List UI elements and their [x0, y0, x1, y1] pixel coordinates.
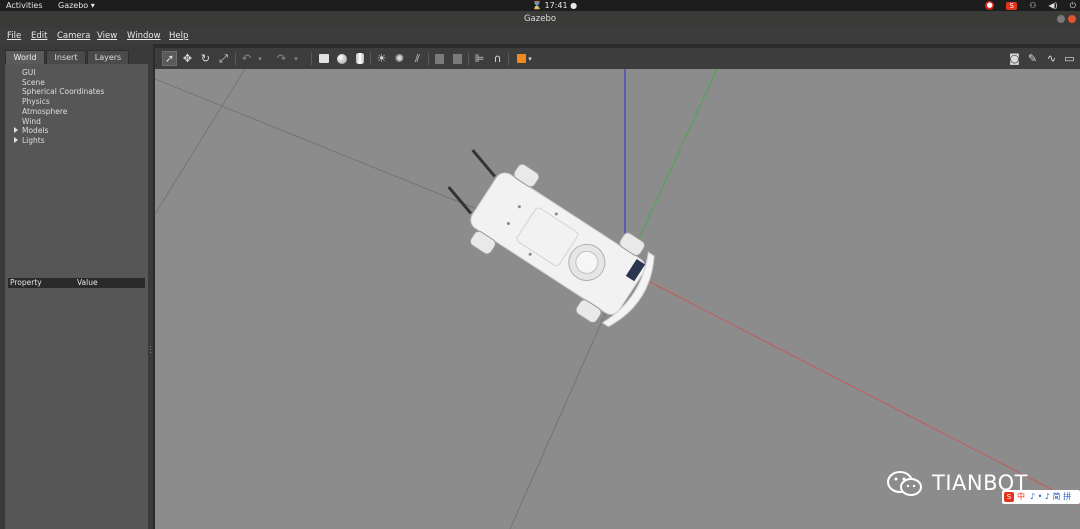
- expand-arrow-icon[interactable]: [14, 127, 18, 134]
- tree-item-label: Spherical Coordinates: [22, 87, 105, 97]
- ime-language-toggle[interactable]: 中: [1017, 490, 1025, 504]
- sphere-icon[interactable]: [334, 51, 349, 66]
- screenshot-icon[interactable]: ◙: [1007, 51, 1022, 66]
- window-title-bar: Gazebo: [0, 11, 1080, 28]
- scale-icon[interactable]: ⤢: [216, 51, 231, 66]
- scene-toolbar: ➚ ✥ ↻ ⤢ ↶ ▾ ↷ ▾ ☀ ✺ ⫽ ⊫ ∩ ▾ ◙ ✎ ∿ ▭: [155, 48, 1080, 69]
- cylinder-icon[interactable]: [352, 51, 367, 66]
- volume-icon[interactable]: ◀): [1048, 0, 1057, 11]
- menu-view[interactable]: View: [97, 28, 117, 44]
- directional-light-icon[interactable]: ⫽: [410, 51, 425, 66]
- system-tray: ● S ⚇ ◀) ⏻: [985, 0, 1076, 11]
- menu-edit-label: Edit: [31, 31, 48, 41]
- menu-bar: File Edit Camera View Window Help: [0, 28, 1080, 44]
- align-icon[interactable]: ⊫: [472, 51, 487, 66]
- tree-item-gui[interactable]: GUI: [22, 68, 36, 77]
- input-method-badge-icon[interactable]: ●: [985, 1, 995, 10]
- power-icon[interactable]: ⏻: [1070, 0, 1076, 11]
- window-controls: [1057, 15, 1076, 23]
- ime-status-bar[interactable]: S 中 ♪ • ♪ 简 拼: [1002, 490, 1080, 504]
- toolbar-separator: [311, 52, 312, 65]
- expand-arrow-icon[interactable]: [14, 136, 18, 143]
- tree-item-lights[interactable]: Lights: [14, 135, 45, 145]
- menu-help[interactable]: Help: [169, 28, 188, 44]
- panel-splitter-handle[interactable]: [150, 344, 152, 360]
- tree-item-models[interactable]: Models: [14, 126, 49, 136]
- tree-item-spherical-coordinates[interactable]: Spherical Coordinates: [22, 87, 104, 96]
- menu-view-label: View: [97, 31, 118, 41]
- window-title: Gazebo: [523, 14, 557, 24]
- robot-car-model: [447, 149, 655, 328]
- tree-item-label: Scene: [22, 77, 45, 87]
- plot-icon[interactable]: ∿: [1044, 51, 1059, 66]
- 3d-viewport[interactable]: [155, 69, 1080, 529]
- grid-line: [155, 69, 246, 215]
- menu-camera-label: Camera: [57, 31, 91, 41]
- rotate-icon[interactable]: ↻: [198, 51, 213, 66]
- redo-icon[interactable]: ↷: [274, 51, 289, 66]
- tree-item-wind[interactable]: Wind: [22, 117, 41, 126]
- network-icon[interactable]: ⚇: [1029, 0, 1036, 11]
- world-tree-pane: GUI Scene Spherical Coordinates Physics …: [5, 64, 148, 529]
- scene-render: [155, 69, 1080, 529]
- paste-icon[interactable]: [450, 51, 465, 66]
- tree-item-label: Wind: [22, 116, 41, 126]
- tree-item-atmosphere[interactable]: Atmosphere: [22, 107, 67, 116]
- value-column-header: Value: [77, 278, 98, 287]
- tree-item-physics[interactable]: Physics: [22, 97, 50, 106]
- toolbar-separator: [428, 52, 429, 65]
- tree-item-scene[interactable]: Scene: [22, 78, 45, 87]
- system-top-bar: Activities Gazebo ▾ ⌛ 17:41 ● ● S ⚇ ◀) ⏻: [0, 0, 1080, 11]
- sogou-s-icon[interactable]: S: [1006, 1, 1018, 10]
- menu-window[interactable]: Window: [127, 28, 161, 44]
- sogou-s-icon[interactable]: S: [1004, 492, 1014, 502]
- toolbar-separator: [468, 52, 469, 65]
- undo-dropdown-icon[interactable]: ▾: [256, 51, 264, 66]
- tab-insert[interactable]: Insert: [46, 50, 86, 64]
- select-arrow-icon[interactable]: ➚: [162, 51, 177, 66]
- tree-item-label: Lights: [22, 135, 45, 145]
- toolbar-separator: [508, 52, 509, 65]
- tree-item-label: Physics: [22, 97, 50, 107]
- video-icon[interactable]: ▭: [1062, 51, 1077, 66]
- menu-help-label: Help: [169, 31, 189, 41]
- tree-item-label: GUI: [22, 68, 36, 77]
- property-column-header: Property: [10, 278, 42, 287]
- copy-icon[interactable]: [432, 51, 447, 66]
- tree-item-label: Atmosphere: [22, 106, 68, 116]
- log-icon[interactable]: ✎: [1025, 51, 1040, 66]
- left-panel: World Insert Layers GUI Scene Spherical …: [0, 44, 153, 529]
- menu-window-label: Window: [127, 31, 161, 41]
- translate-icon[interactable]: ✥: [180, 51, 195, 66]
- menu-camera[interactable]: Camera: [57, 28, 90, 44]
- spot-light-icon[interactable]: ✺: [392, 51, 407, 66]
- snap-icon[interactable]: ∩: [490, 51, 505, 66]
- minimize-button[interactable]: [1057, 15, 1065, 23]
- tab-world[interactable]: World: [5, 50, 45, 64]
- undo-icon[interactable]: ↶: [239, 51, 254, 66]
- ime-options[interactable]: ♪ • ♪ 简 拼: [1030, 490, 1071, 504]
- menu-edit[interactable]: Edit: [31, 28, 47, 44]
- wechat-logo-icon: [887, 471, 922, 496]
- redo-dropdown-icon[interactable]: ▾: [292, 51, 300, 66]
- tree-item-label: Models: [22, 126, 49, 136]
- view-angle-dropdown-icon[interactable]: ▾: [526, 51, 534, 66]
- menu-file-label: File: [7, 31, 22, 41]
- activities-button[interactable]: Activities: [6, 0, 43, 11]
- tab-layers[interactable]: Layers: [87, 50, 129, 64]
- property-table-header: Property Value: [8, 278, 145, 288]
- toolbar-separator: [370, 52, 371, 65]
- menu-file[interactable]: File: [7, 28, 21, 44]
- close-button[interactable]: [1068, 15, 1076, 23]
- clock[interactable]: ⌛ 17:41 ●: [532, 0, 577, 11]
- box-icon[interactable]: [316, 51, 331, 66]
- app-menu[interactable]: Gazebo ▾: [58, 0, 95, 11]
- toolbar-separator: [235, 52, 236, 65]
- point-light-icon[interactable]: ☀: [374, 51, 389, 66]
